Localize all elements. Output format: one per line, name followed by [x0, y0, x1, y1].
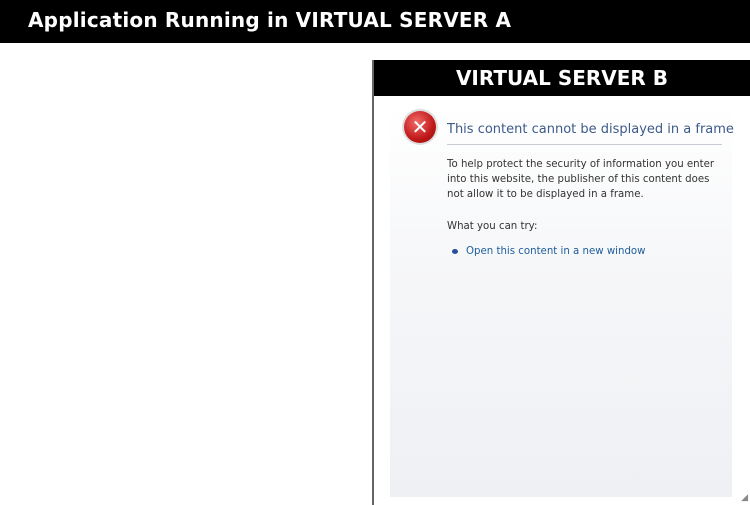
top-bar: Application Running in VIRTUAL SERVER A — [0, 0, 750, 43]
iframe-virtual-server-b: VIRTUAL SERVER B ✕ This content cannot b… — [372, 60, 750, 505]
divider — [447, 144, 722, 145]
error-description: To help protect the security of informat… — [447, 159, 715, 200]
what-you-can-try-label: What you can try: — [447, 221, 538, 232]
resize-grip-icon[interactable]: ◢ — [741, 493, 748, 503]
error-heading: This content cannot be displayed in a fr… — [447, 122, 734, 137]
app-title: Application Running in VIRTUAL SERVER A — [28, 8, 512, 32]
link-text[interactable]: Open this content in a new window — [466, 246, 645, 257]
open-in-new-window-link[interactable]: Open this content in a new window — [452, 246, 645, 257]
bullet-icon — [452, 248, 458, 254]
error-x-icon: ✕ — [404, 111, 436, 143]
frame-title: VIRTUAL SERVER B — [374, 60, 750, 96]
error-panel: ✕ This content cannot be displayed in a … — [390, 105, 734, 497]
